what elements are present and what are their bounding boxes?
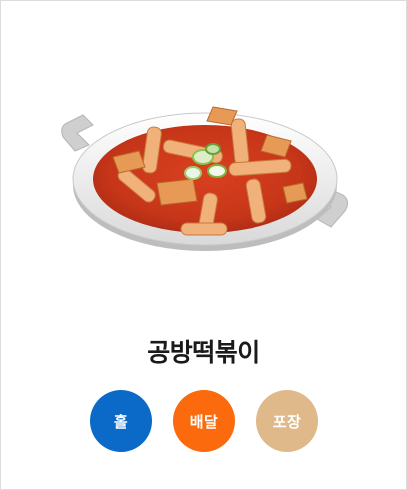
product-name: 공방떡볶이: [147, 338, 260, 367]
takeout-button[interactable]: 포장: [256, 390, 318, 452]
tteokbokki-dish-image: [61, 106, 349, 251]
dine-in-button[interactable]: 홀: [90, 390, 152, 452]
delivery-button[interactable]: 배달: [173, 390, 235, 452]
order-type-options: 홀 배달 포장: [1, 390, 406, 452]
product-card: 공방떡볶이 홀 배달 포장: [0, 0, 407, 490]
